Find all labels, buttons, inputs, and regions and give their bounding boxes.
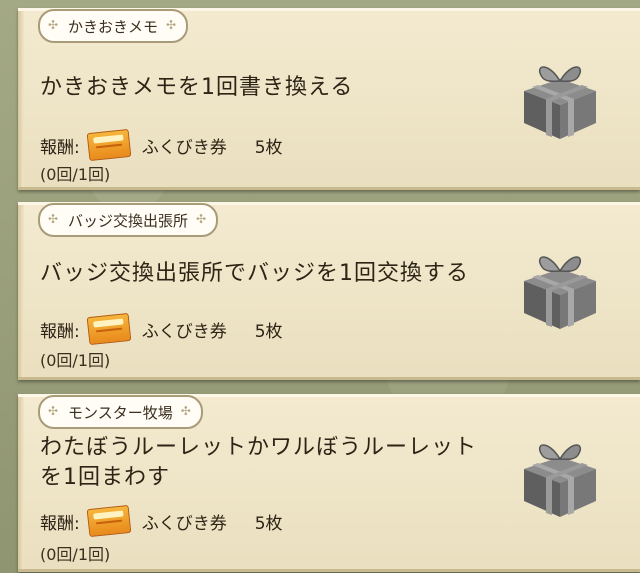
reward-quantity: 5枚 xyxy=(254,513,283,534)
reward-item: ふくびき券 xyxy=(141,137,227,158)
lottery-ticket-icon xyxy=(86,312,132,346)
progress-text: (0回/1回) xyxy=(40,165,111,184)
reward-row: 報酬: ふくびき券 5枚 xyxy=(40,128,283,162)
mission-title: わたぼうルーレットかワルぼうルーレット を1回まわす xyxy=(40,435,478,490)
sparkle-icon: ✣ xyxy=(166,18,177,32)
gift-box-icon xyxy=(524,66,596,139)
progress-text: (0回/1回) xyxy=(40,351,111,370)
category-tag: ✣ モンスター牧場 ✣ xyxy=(38,395,203,429)
reward-item: ふくびき券 xyxy=(141,513,227,534)
mission-title: バッジ交換出張所でバッジを1回交換する xyxy=(40,261,469,286)
sparkle-icon: ✣ xyxy=(180,404,191,418)
mission-card[interactable]: ✣ モンスター牧場 ✣ わたぼうルーレットかワルぼうルーレット を1回まわす 報… xyxy=(18,394,640,572)
reward-label: 報酬: xyxy=(40,137,80,158)
sparkle-icon: ✣ xyxy=(48,404,59,418)
sparkle-icon: ✣ xyxy=(48,212,59,226)
gift-box-icon xyxy=(524,444,596,517)
reward-item: ふくびき券 xyxy=(141,321,227,342)
gift-box-icon xyxy=(524,256,596,329)
reward-quantity: 5枚 xyxy=(254,137,283,158)
mission-card[interactable]: ✣ バッジ交換出張所 ✣ バッジ交換出張所でバッジを1回交換する 報酬: ふくび… xyxy=(18,202,640,380)
sparkle-icon: ✣ xyxy=(48,18,59,32)
category-tag: ✣ かきおきメモ ✣ xyxy=(38,9,189,43)
reward-label: 報酬: xyxy=(40,321,80,342)
progress-text: (0回/1回) xyxy=(40,545,111,564)
lottery-ticket-icon xyxy=(86,128,132,162)
mission-title: かきおきメモを1回書き換える xyxy=(40,75,354,100)
reward-row: 報酬: ふくびき券 5枚 xyxy=(40,312,283,346)
category-label: バッジ交換出張所 xyxy=(68,211,189,230)
lottery-ticket-icon xyxy=(86,504,132,538)
reward-quantity: 5枚 xyxy=(254,321,283,342)
sparkle-icon: ✣ xyxy=(196,212,207,226)
category-label: モンスター牧場 xyxy=(68,403,173,422)
reward-label: 報酬: xyxy=(40,513,80,534)
reward-row: 報酬: ふくびき券 5枚 xyxy=(40,504,283,538)
mission-card[interactable]: ✣ かきおきメモ ✣ かきおきメモを1回書き換える 報酬: ふくびき券 5枚 (… xyxy=(18,8,640,190)
category-tag: ✣ バッジ交換出張所 ✣ xyxy=(38,203,219,237)
category-label: かきおきメモ xyxy=(68,17,159,36)
